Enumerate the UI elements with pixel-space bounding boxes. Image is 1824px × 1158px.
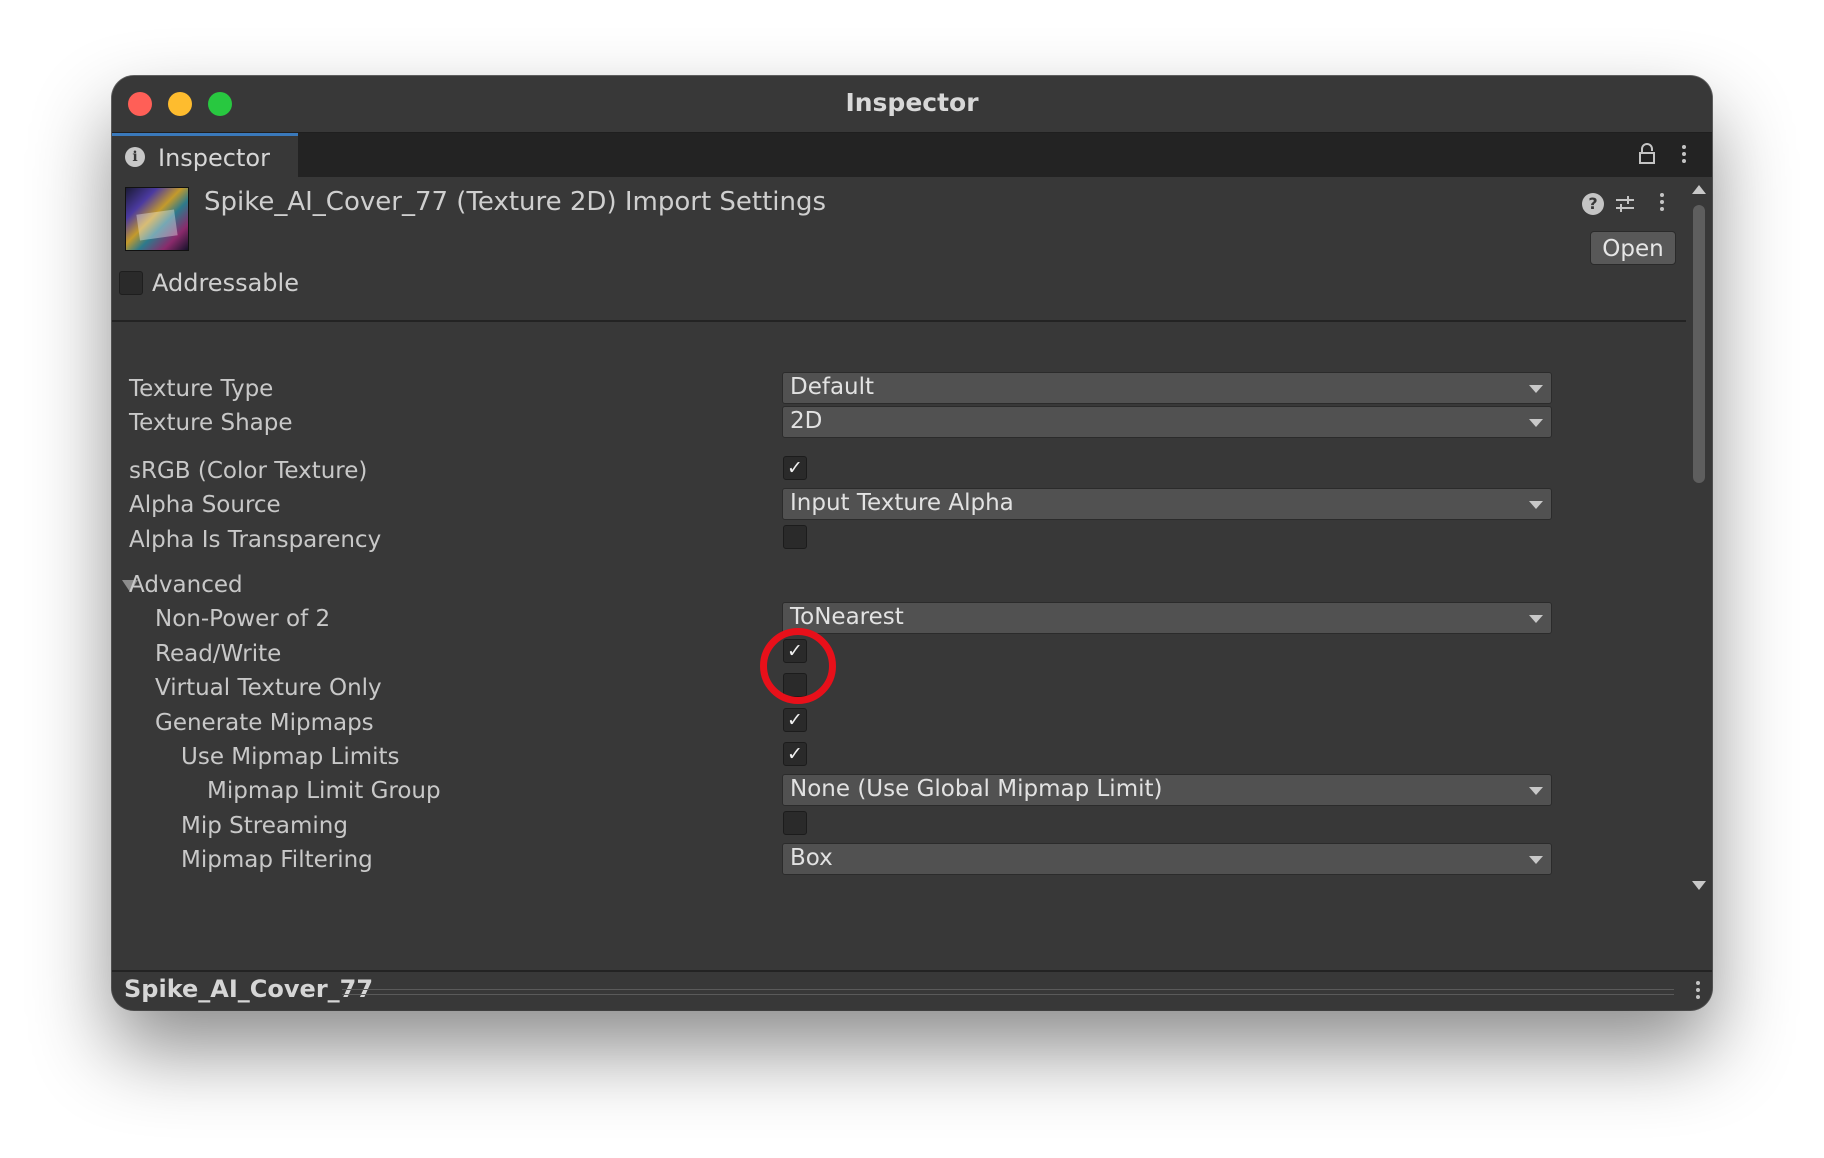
header-menu-icon[interactable] <box>1660 193 1664 214</box>
virtual-texture-only-label: Virtual Texture Only <box>155 675 382 701</box>
chevron-down-icon <box>1529 385 1543 393</box>
open-button[interactable]: Open <box>1590 231 1676 265</box>
chevron-down-icon <box>1529 615 1543 623</box>
import-settings: Texture Type Default Texture Shape 2D sR… <box>112 322 1686 902</box>
lock-icon[interactable] <box>1638 143 1656 169</box>
alpha-is-transparency-row: Alpha Is Transparency <box>112 523 1686 559</box>
read-write-label: Read/Write <box>155 641 282 667</box>
texture-shape-dropdown[interactable]: 2D <box>782 406 1552 438</box>
non-power-of-2-label: Non-Power of 2 <box>155 606 331 632</box>
virtual-texture-only-row: Virtual Texture Only <box>112 671 1686 707</box>
advanced-label: Advanced <box>129 572 243 598</box>
alpha-source-dropdown[interactable]: Input Texture Alpha <box>782 488 1552 520</box>
generate-mipmaps-row: Generate Mipmaps ✓ <box>112 706 1686 742</box>
chevron-down-icon <box>1529 501 1543 509</box>
chevron-down-icon <box>1529 787 1543 795</box>
non-power-of-2-dropdown[interactable]: ToNearest <box>782 602 1552 634</box>
texture-type-label: Texture Type <box>129 376 274 402</box>
addressable-label: Addressable <box>152 269 299 297</box>
srgb-row: sRGB (Color Texture) ✓ <box>112 454 1686 490</box>
mipmap-limit-group-value: None (Use Global Mipmap Limit) <box>790 776 1163 802</box>
use-mipmap-limits-label: Use Mipmap Limits <box>181 744 400 770</box>
vertical-scrollbar[interactable] <box>1686 177 1712 902</box>
mipmap-filtering-row: Mipmap Filtering Box <box>112 843 1686 879</box>
read-write-checkbox[interactable]: ✓ <box>783 639 807 663</box>
window-title: Inspector <box>845 88 979 117</box>
title-bar: Inspector <box>112 76 1712 133</box>
advanced-foldout[interactable]: Advanced <box>112 568 1686 604</box>
scroll-thumb[interactable] <box>1693 205 1705 483</box>
footer-asset-name: Spike_AI_Cover_77 <box>124 975 374 1003</box>
mip-streaming-row: Mip Streaming <box>112 809 1686 845</box>
srgb-checkbox[interactable]: ✓ <box>783 456 807 480</box>
alpha-is-transparency-label: Alpha Is Transparency <box>129 527 382 553</box>
mip-streaming-checkbox[interactable] <box>783 811 807 835</box>
texture-shape-value: 2D <box>790 408 823 434</box>
alpha-source-row: Alpha Source Input Texture Alpha <box>112 488 1686 524</box>
virtual-texture-only-checkbox[interactable] <box>783 673 807 697</box>
read-write-row: Read/Write ✓ <box>112 637 1686 673</box>
non-power-of-2-row: Non-Power of 2 ToNearest <box>112 602 1686 638</box>
mipmap-filtering-value: Box <box>790 845 833 871</box>
addressable-row: Addressable <box>112 263 1686 303</box>
inspector-window: Inspector i Inspector Spike_AI_Cover_77 … <box>112 76 1712 1010</box>
use-mipmap-limits-checkbox[interactable]: ✓ <box>783 742 807 766</box>
texture-shape-row: Texture Shape 2D <box>112 406 1686 442</box>
addressable-checkbox[interactable] <box>119 271 143 295</box>
chevron-down-icon <box>1529 856 1543 864</box>
mipmap-limit-group-dropdown[interactable]: None (Use Global Mipmap Limit) <box>782 774 1552 806</box>
preview-drag-handle[interactable] <box>342 989 1674 995</box>
mipmap-limit-group-row: Mipmap Limit Group None (Use Global Mipm… <box>112 774 1686 810</box>
srgb-label: sRGB (Color Texture) <box>129 458 368 484</box>
mipmap-filtering-label: Mipmap Filtering <box>181 847 373 873</box>
non-power-of-2-value: ToNearest <box>790 604 904 630</box>
texture-type-row: Texture Type Default <box>112 372 1686 408</box>
alpha-source-value: Input Texture Alpha <box>790 490 1014 516</box>
inspector-header: Spike_AI_Cover_77 (Texture 2D) Import Se… <box>112 177 1686 309</box>
texture-type-value: Default <box>790 374 875 400</box>
tab-inspector[interactable]: i Inspector <box>112 133 298 177</box>
texture-shape-label: Texture Shape <box>129 410 293 436</box>
generate-mipmaps-checkbox[interactable]: ✓ <box>783 708 807 732</box>
generate-mipmaps-label: Generate Mipmaps <box>155 710 374 736</box>
tab-menu-icon[interactable] <box>1682 145 1686 166</box>
use-mipmap-limits-row: Use Mipmap Limits ✓ <box>112 740 1686 776</box>
scroll-down-arrow-icon[interactable] <box>1692 881 1706 890</box>
mipmap-limit-group-label: Mipmap Limit Group <box>207 778 441 804</box>
tab-bar: i Inspector <box>112 133 1712 177</box>
chevron-down-icon <box>1529 419 1543 427</box>
asset-title: Spike_AI_Cover_77 (Texture 2D) Import Se… <box>204 187 827 217</box>
tab-label: Inspector <box>158 144 270 172</box>
info-icon: i <box>125 147 145 167</box>
mipmap-filtering-dropdown[interactable]: Box <box>782 843 1552 875</box>
alpha-is-transparency-checkbox[interactable] <box>783 525 807 549</box>
footer-menu-icon[interactable] <box>1696 981 1700 1002</box>
alpha-source-label: Alpha Source <box>129 492 281 518</box>
preview-footer[interactable]: Spike_AI_Cover_77 <box>112 970 1712 1010</box>
sliders-icon[interactable] <box>1614 193 1636 219</box>
mip-streaming-label: Mip Streaming <box>181 813 348 839</box>
texture-thumbnail <box>125 187 189 251</box>
scroll-up-arrow-icon[interactable] <box>1692 185 1706 194</box>
texture-type-dropdown[interactable]: Default <box>782 372 1552 404</box>
help-icon[interactable]: ? <box>1582 193 1604 215</box>
